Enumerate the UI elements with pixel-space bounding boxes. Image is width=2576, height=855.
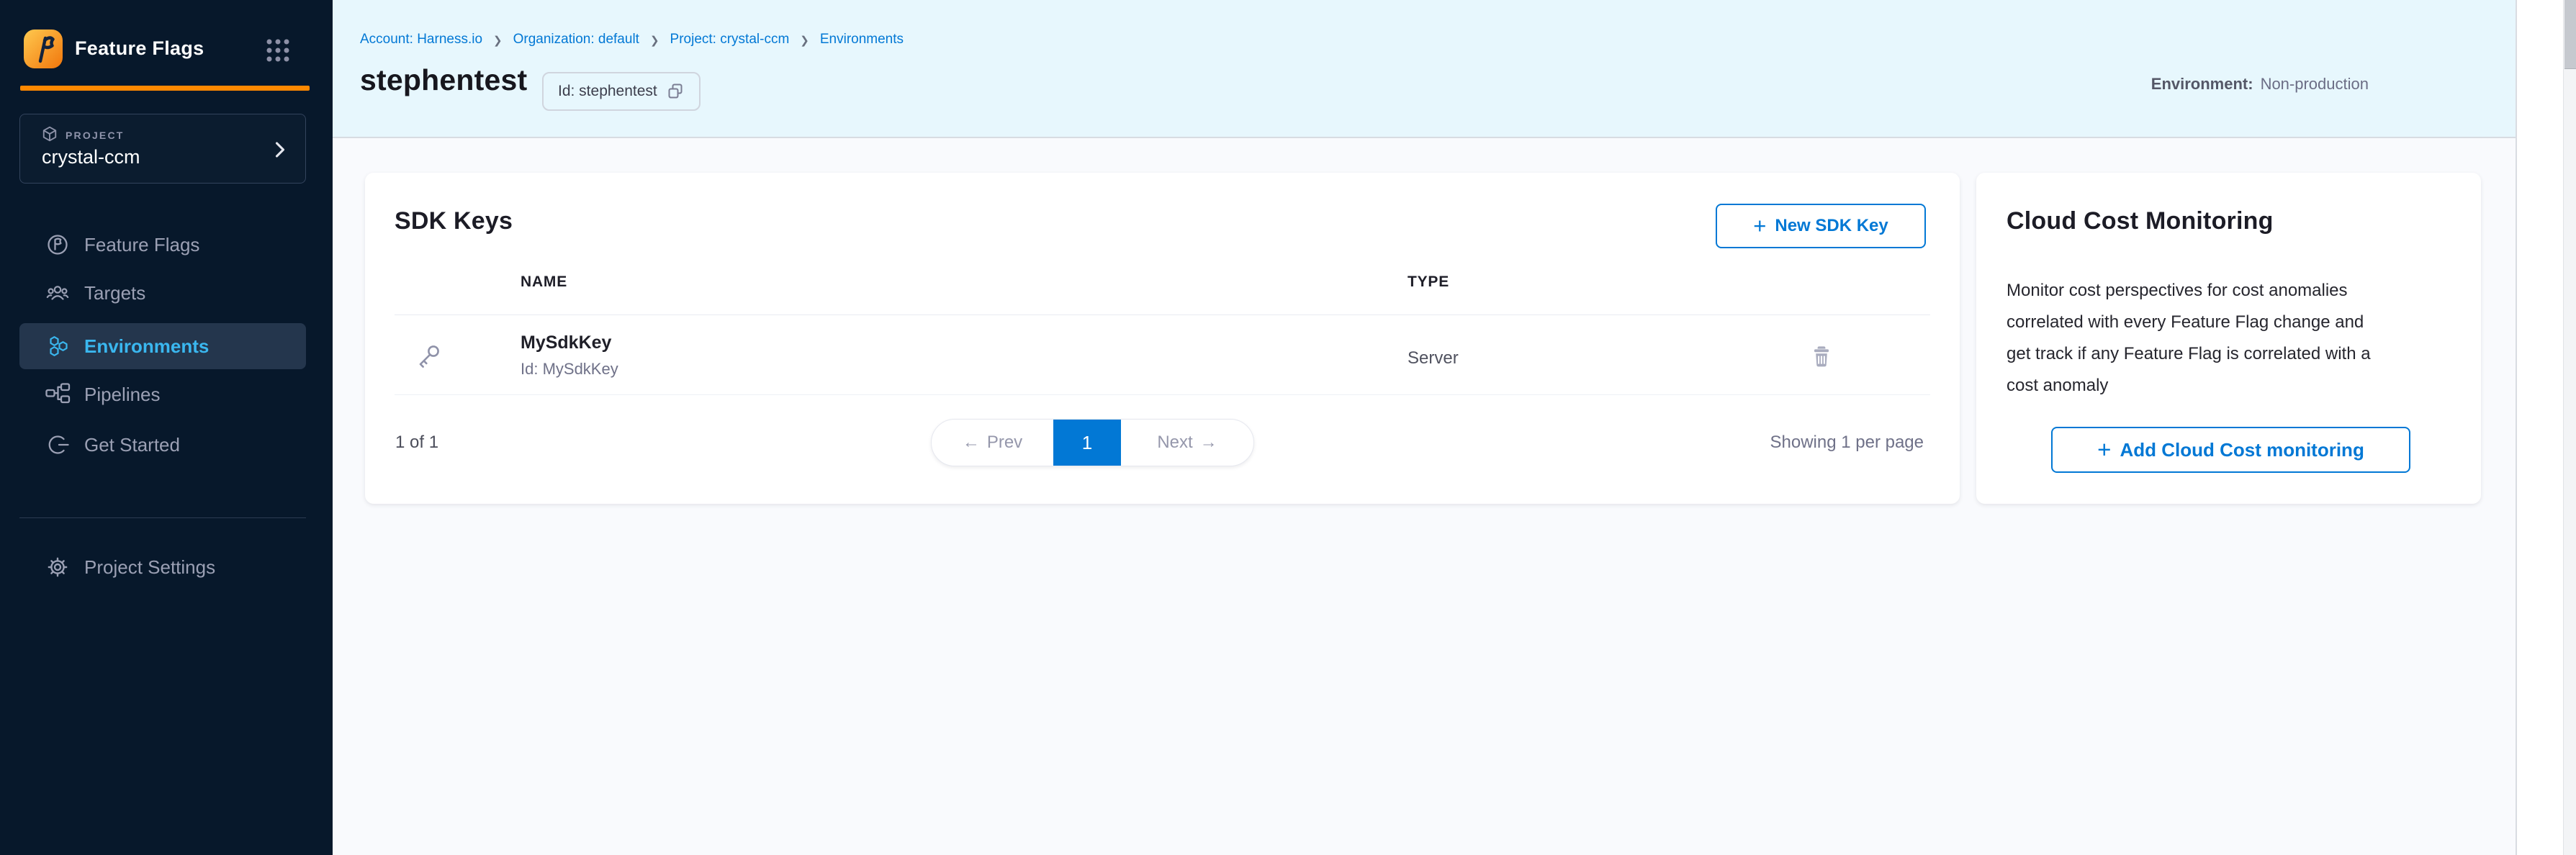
module-switcher-grid-icon[interactable] bbox=[264, 36, 292, 65]
page-title: stephentest bbox=[360, 63, 527, 97]
sidebar-item-label: Pipelines bbox=[84, 384, 161, 406]
sidebar-item-environments[interactable]: Environments bbox=[19, 323, 306, 369]
cloud-cost-title: Cloud Cost Monitoring bbox=[2007, 207, 2274, 235]
get-started-icon bbox=[43, 430, 72, 459]
key-icon bbox=[414, 342, 443, 371]
column-header-name: NAME bbox=[521, 273, 567, 291]
chevron-right-icon bbox=[274, 140, 287, 161]
column-header-type: TYPE bbox=[1408, 273, 1449, 291]
gear-icon bbox=[43, 553, 72, 582]
feature-flags-logo-icon bbox=[23, 29, 63, 69]
copy-icon[interactable] bbox=[666, 82, 685, 101]
arrow-right-icon: → bbox=[1200, 433, 1217, 453]
sidebar-item-label: Targets bbox=[84, 282, 145, 304]
breadcrumb: Account: Harness.io ❯ Organization: defa… bbox=[360, 32, 904, 48]
sidebar-item-get-started[interactable]: Get Started bbox=[19, 422, 306, 468]
cloud-cost-monitoring-card: Cloud Cost Monitoring Monitor cost persp… bbox=[1976, 173, 2481, 504]
environment-id-text: Id: stephentest bbox=[558, 83, 657, 100]
current-page-button[interactable]: 1 bbox=[1053, 420, 1121, 466]
hexagons-icon bbox=[43, 332, 72, 361]
sdk-key-name: MySdkKey bbox=[521, 332, 611, 353]
breadcrumb-separator-icon: ❯ bbox=[800, 34, 809, 47]
environment-label: Environment: bbox=[2151, 75, 2253, 93]
sdk-key-id: Id: MySdkKey bbox=[521, 360, 618, 379]
sidebar-item-project-settings[interactable]: Project Settings bbox=[19, 544, 306, 590]
module-title: Feature Flags bbox=[75, 37, 204, 60]
new-sdk-key-button[interactable]: + New SDK Key bbox=[1716, 204, 1926, 248]
sidebar-item-label: Environments bbox=[84, 335, 209, 358]
next-page-button[interactable]: Next → bbox=[1121, 420, 1253, 466]
breadcrumb-account-link[interactable]: Account: Harness.io bbox=[360, 32, 482, 48]
environment-id-badge: Id: stephentest bbox=[542, 72, 701, 111]
breadcrumb-organization-link[interactable]: Organization: default bbox=[513, 32, 639, 48]
prev-page-button[interactable]: ← Prev bbox=[932, 420, 1053, 466]
scrollbar-thumb[interactable] bbox=[2564, 0, 2576, 69]
cube-icon bbox=[42, 126, 58, 144]
breadcrumb-project-link[interactable]: Project: crystal-ccm bbox=[670, 32, 790, 48]
sidebar-item-pipelines[interactable]: Pipelines bbox=[19, 371, 306, 417]
sidebar-item-label: Get Started bbox=[84, 434, 180, 456]
table-row-divider bbox=[395, 394, 1930, 395]
sidebar-item-targets[interactable]: Targets bbox=[19, 270, 306, 316]
page-header: Account: Harness.io ❯ Organization: defa… bbox=[333, 0, 2516, 138]
pipeline-icon bbox=[43, 380, 72, 409]
breadcrumb-separator-icon: ❯ bbox=[493, 34, 503, 47]
sidebar-item-label: Project Settings bbox=[84, 556, 215, 579]
pagination-page-info: 1 of 1 bbox=[395, 419, 438, 466]
sdk-keys-title: SDK Keys bbox=[395, 207, 513, 235]
sidebar-item-label: Feature Flags bbox=[84, 234, 199, 256]
main-content: SDK Keys + New SDK Key NAME TYPE MySdkKe… bbox=[333, 138, 2516, 855]
sdk-keys-card: SDK Keys + New SDK Key NAME TYPE MySdkKe… bbox=[365, 173, 1960, 504]
plus-icon: + bbox=[1753, 214, 1766, 237]
scrollbar[interactable] bbox=[2563, 0, 2576, 855]
cloud-cost-description: Monitor cost perspectives for cost anoma… bbox=[2007, 275, 2371, 402]
project-name: crystal-ccm bbox=[42, 146, 140, 168]
breadcrumb-environments-link[interactable]: Environments bbox=[820, 32, 904, 48]
pagination: ← Prev 1 Next → bbox=[931, 419, 1254, 466]
app-right-border bbox=[2516, 0, 2517, 855]
breadcrumb-separator-icon: ❯ bbox=[650, 34, 659, 47]
flag-circle-icon bbox=[43, 230, 72, 259]
pagination-per-page-label: Showing 1 per page bbox=[1770, 419, 1924, 466]
sidebar-divider bbox=[19, 517, 306, 518]
sidebar-item-feature-flags[interactable]: Feature Flags bbox=[19, 222, 306, 268]
delete-sdk-key-icon[interactable] bbox=[1808, 343, 1835, 370]
environment-meta: Environment: Non-production bbox=[2151, 75, 2369, 94]
sidebar: Feature Flags PROJECT crystal-ccm bbox=[0, 0, 333, 855]
people-icon bbox=[43, 279, 72, 307]
environment-type-value: Non-production bbox=[2261, 75, 2369, 93]
arrow-left-icon: ← bbox=[963, 433, 980, 453]
plus-icon: + bbox=[2097, 438, 2111, 461]
project-selector[interactable]: PROJECT crystal-ccm bbox=[19, 114, 306, 184]
module-accent-bar bbox=[20, 86, 310, 91]
sdk-key-type: Server bbox=[1408, 348, 1459, 368]
add-cloud-cost-button[interactable]: + Add Cloud Cost monitoring bbox=[2051, 427, 2410, 473]
project-label: PROJECT bbox=[66, 130, 125, 141]
